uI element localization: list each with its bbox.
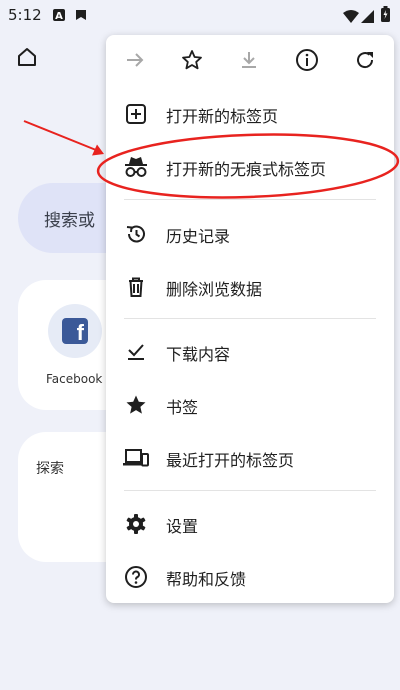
menu-item-label: 下载内容 <box>166 345 231 364</box>
notification-a-icon: A <box>52 7 66 26</box>
home-icon <box>16 46 38 72</box>
overflow-menu: 打开新的标签页 打开新的无痕式标签页 历史记录 删除浏览数据 下载内容 书签 最… <box>106 35 394 603</box>
menu-item-label: 历史记录 <box>166 227 231 246</box>
menu-item-label: 打开新的无痕式标签页 <box>166 160 327 179</box>
home-button[interactable] <box>12 44 42 74</box>
download-icon <box>238 49 260 75</box>
help-icon <box>123 564 149 590</box>
menu-item-new-incognito-tab[interactable]: 打开新的无痕式标签页 <box>106 140 394 192</box>
svg-text:A: A <box>55 11 63 22</box>
menu-item-label: 最近打开的标签页 <box>166 451 295 470</box>
bookmark-star-button[interactable] <box>177 47 207 77</box>
menu-item-clear-browsing-data[interactable]: 删除浏览数据 <box>106 260 394 312</box>
signal-icon <box>361 8 374 27</box>
refresh-icon <box>354 49 376 75</box>
recent-tabs-icon <box>123 445 149 471</box>
menu-item-history[interactable]: 历史记录 <box>106 207 394 259</box>
facebook-icon: f <box>62 318 88 344</box>
history-icon <box>123 221 149 247</box>
refresh-button[interactable] <box>350 47 380 77</box>
annotation-arrow-line <box>23 120 97 151</box>
menu-item-bookmarks[interactable]: 书签 <box>106 378 394 430</box>
menu-item-new-tab[interactable]: 打开新的标签页 <box>106 87 394 139</box>
bookmark-star-icon <box>181 49 203 75</box>
menu-item-label: 帮助和反馈 <box>166 570 247 589</box>
downloads-icon <box>123 339 149 365</box>
battery-icon <box>381 6 390 26</box>
bookmarks-icon <box>123 392 149 418</box>
status-time: 5:12 <box>8 6 42 24</box>
download-page-button[interactable] <box>234 47 264 77</box>
settings-icon <box>123 511 149 537</box>
menu-item-label: 书签 <box>166 398 199 417</box>
search-placeholder: 搜索或 <box>44 210 95 231</box>
page-info-button[interactable] <box>292 47 322 77</box>
incognito-icon <box>123 154 149 180</box>
menu-item-label: 打开新的标签页 <box>166 107 279 126</box>
menu-toolbar <box>106 35 394 87</box>
facebook-shortcut[interactable]: f <box>48 304 102 358</box>
menu-item-help-feedback[interactable]: 帮助和反馈 <box>106 550 394 602</box>
notification-b-icon <box>74 7 88 26</box>
menu-item-downloads[interactable]: 下载内容 <box>106 325 394 377</box>
status-bar: 5:12 A <box>0 0 400 30</box>
annotation-arrow-head <box>92 144 104 156</box>
menu-item-settings[interactable]: 设置 <box>106 497 394 549</box>
menu-divider <box>124 318 376 319</box>
wifi-icon <box>343 8 359 27</box>
menu-item-label: 删除浏览数据 <box>166 280 263 299</box>
forward-button[interactable] <box>120 47 150 77</box>
menu-item-label: 设置 <box>166 517 199 536</box>
forward-icon <box>124 49 146 75</box>
trash-icon <box>123 274 149 300</box>
new-tab-icon <box>123 101 149 127</box>
discover-label: 探索 <box>36 461 64 477</box>
info-icon <box>295 48 319 76</box>
facebook-shortcut-label: Facebook <box>46 372 103 386</box>
menu-divider <box>124 199 376 200</box>
menu-item-recent-tabs[interactable]: 最近打开的标签页 <box>106 431 394 483</box>
menu-divider <box>124 490 376 491</box>
